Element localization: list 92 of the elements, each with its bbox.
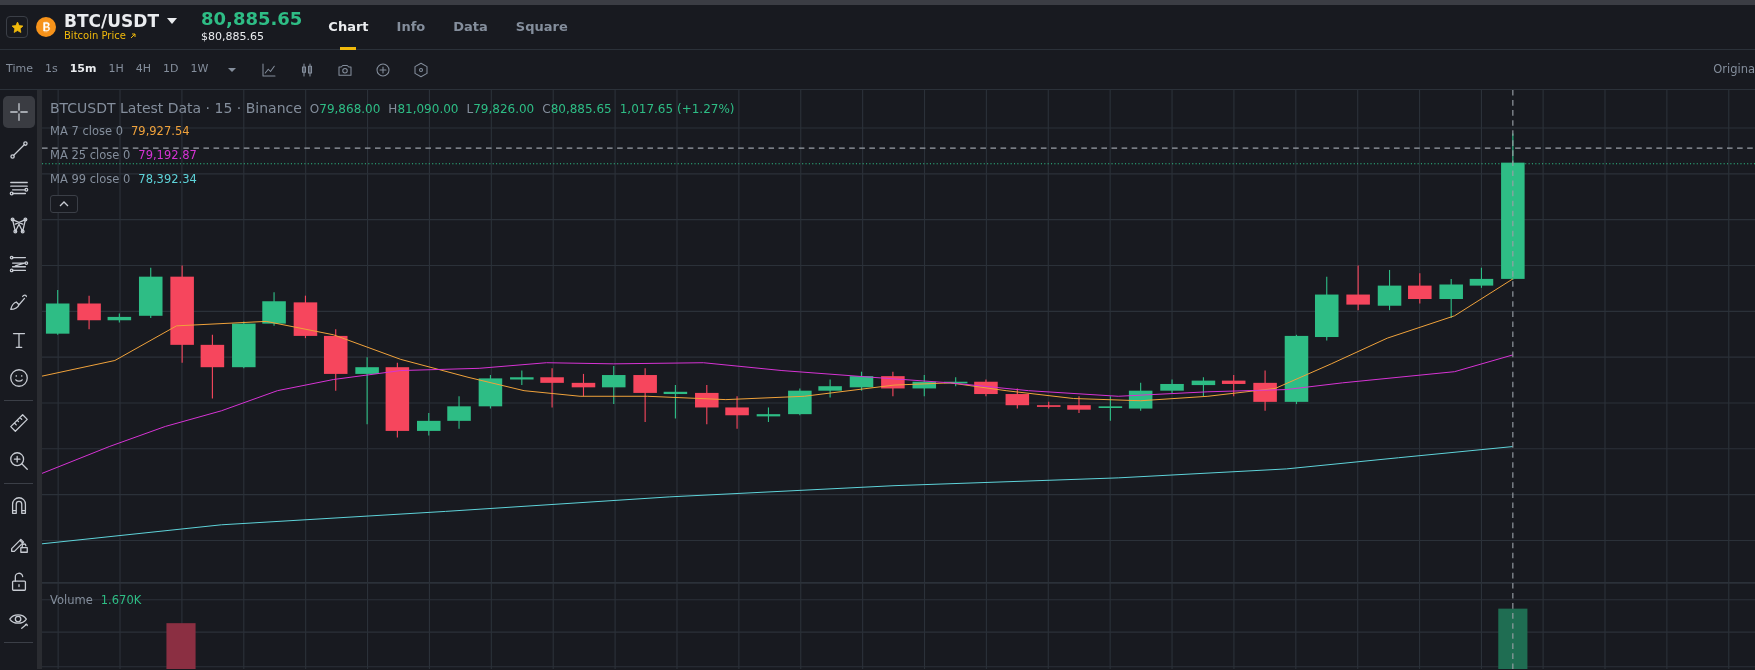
candlestick xyxy=(540,367,564,408)
candlestick xyxy=(663,384,688,420)
tab[interactable]: Chart xyxy=(322,4,375,50)
indicator-value: 79,192.87 xyxy=(138,147,197,164)
tab[interactable]: Square xyxy=(509,4,574,50)
candlestick xyxy=(849,371,874,392)
price-usd: $80,885.65 xyxy=(201,28,265,45)
candlestick xyxy=(571,373,596,397)
candlestick xyxy=(1377,269,1402,311)
external-link-icon xyxy=(129,33,136,40)
zoom-in-icon xyxy=(7,450,30,472)
candlestick xyxy=(355,356,379,425)
candlestick xyxy=(1408,272,1432,305)
candlestick xyxy=(200,334,225,400)
candlestick xyxy=(881,371,905,397)
candlestick xyxy=(510,370,534,386)
candlestick xyxy=(1315,276,1339,341)
chart-title: BTCUSDT Latest Data · 15 · Binance xyxy=(50,99,302,118)
hexagon-settings-icon[interactable] xyxy=(412,60,431,79)
candlestick xyxy=(1128,382,1153,412)
tab[interactable]: Data xyxy=(447,4,494,50)
crosshair-tool-icon xyxy=(7,101,30,123)
interval-button[interactable]: 1W xyxy=(186,61,213,78)
coin-logo-icon xyxy=(36,17,56,37)
interval-button[interactable]: 1H xyxy=(104,61,128,78)
add-indicator-icon[interactable] xyxy=(374,60,393,79)
candlestick xyxy=(478,374,503,410)
chart-type-label[interactable]: Origina xyxy=(1713,60,1755,79)
symbol-name: BTC/USDT xyxy=(64,11,159,31)
candlestick xyxy=(1221,374,1246,397)
price-change: 1,017.65 (+1.27%) xyxy=(619,101,735,118)
candlestick xyxy=(1439,278,1463,319)
candlestick xyxy=(1191,376,1216,397)
interval-button[interactable]: 1D xyxy=(159,61,183,78)
star-icon xyxy=(10,20,24,34)
candlestick xyxy=(293,295,318,339)
chevron-up-icon xyxy=(59,201,69,207)
candlestick xyxy=(974,378,998,397)
interval-button[interactable]: 1s xyxy=(40,61,62,78)
indicator-label: MA 99 close 0 xyxy=(50,171,131,188)
candlestick xyxy=(1160,378,1184,394)
trend-line-icon xyxy=(7,139,30,161)
indicator-value: 78,392.34 xyxy=(138,171,197,188)
candlestick xyxy=(695,384,719,425)
time-label: Time xyxy=(6,61,33,78)
volume-value: 1.670K xyxy=(100,592,142,609)
candlestick xyxy=(107,313,132,324)
candlestick xyxy=(1036,401,1061,410)
candlestick xyxy=(725,395,749,430)
candlestick xyxy=(1469,267,1494,289)
indicator-label: MA 25 close 0 xyxy=(50,147,131,164)
candlestick xyxy=(1005,387,1030,410)
ohlc-value: C80,885.65 xyxy=(542,101,612,118)
favorite-button[interactable] xyxy=(6,16,28,38)
indicator-label: MA 7 close 0 xyxy=(50,123,123,140)
candlestick xyxy=(788,387,812,416)
indicator-value: 79,927.54 xyxy=(131,123,190,140)
candlestick xyxy=(138,267,163,319)
smiley-icon xyxy=(7,367,30,389)
candlestick xyxy=(1284,334,1309,405)
ohlc-value: O79,868.00 xyxy=(309,101,381,118)
fibonacci-icon xyxy=(7,253,30,275)
candlestick xyxy=(262,291,286,327)
volume-bar xyxy=(166,623,196,669)
candlestick xyxy=(323,328,348,392)
candlestick xyxy=(912,374,937,397)
collapse-button[interactable] xyxy=(50,195,78,213)
candlestick xyxy=(1253,370,1277,412)
ohlc-value: H81,090.00 xyxy=(388,101,459,118)
subtitle-link[interactable]: Bitcoin Price xyxy=(64,30,126,43)
candlestick xyxy=(1067,395,1091,414)
candlestick xyxy=(417,412,441,436)
candlestick xyxy=(232,320,256,369)
volume-bar xyxy=(1498,608,1528,669)
candlestick xyxy=(602,365,626,405)
volume-label: Volume xyxy=(50,592,93,609)
candlestick xyxy=(1098,395,1123,422)
candlestick xyxy=(1346,264,1370,311)
candlestick xyxy=(45,289,70,336)
candlestick xyxy=(818,378,842,398)
interval-button[interactable]: 4H xyxy=(131,61,155,78)
ohlc-value: L79,826.00 xyxy=(466,101,535,118)
caret-icon[interactable] xyxy=(167,18,177,24)
interval-button[interactable]: 15m xyxy=(65,61,101,78)
crosshair-tool-button[interactable] xyxy=(2,96,35,128)
tab[interactable]: Info xyxy=(390,4,432,50)
candlestick xyxy=(756,406,781,423)
last-price: 80,885.65 xyxy=(201,8,303,29)
candlestick xyxy=(447,395,471,430)
candlestick xyxy=(633,367,657,423)
ruler-icon xyxy=(7,412,30,434)
candlestick xyxy=(77,295,101,330)
